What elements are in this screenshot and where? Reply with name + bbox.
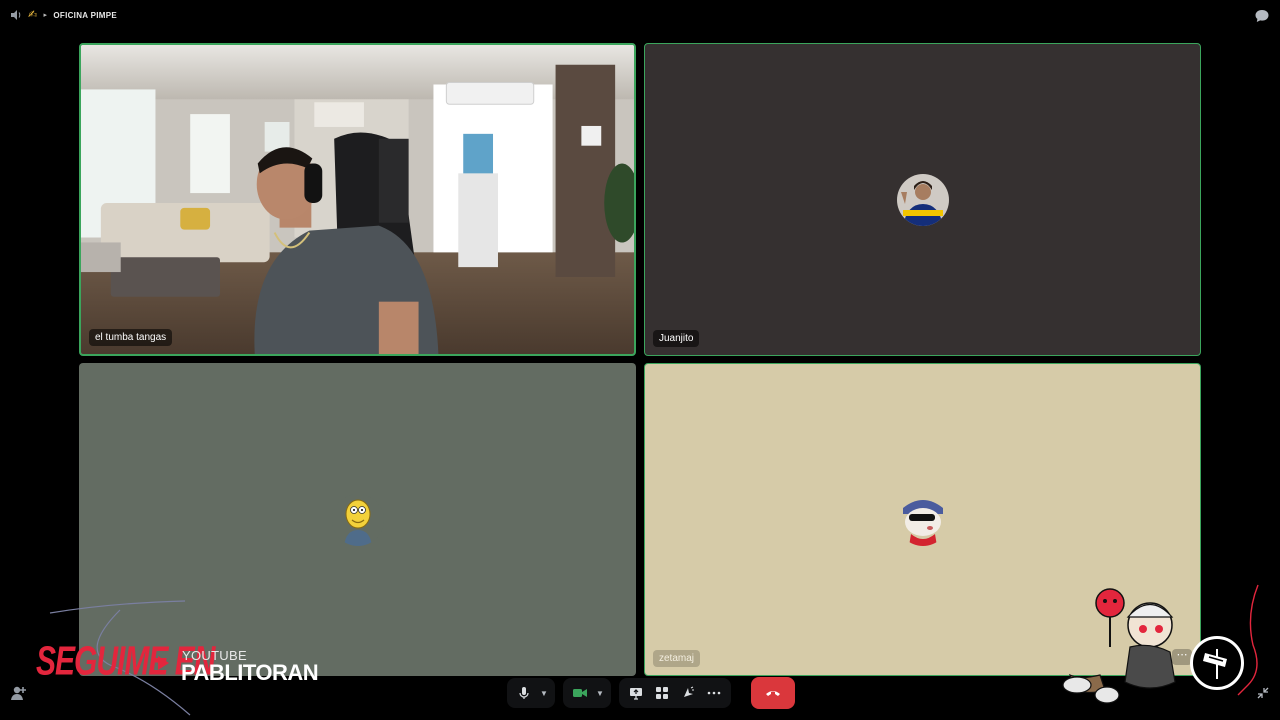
action-group [619,678,731,708]
microphone-icon [519,687,529,699]
avatar [896,173,949,226]
chevron-right-icon: ▸ [43,12,48,19]
call-controls: ▼ ▼ [507,677,795,709]
activities-button[interactable] [649,680,675,706]
participant-tile-video[interactable]: el tumba tangas [79,43,636,356]
participant-name: Juanjito [653,330,700,347]
avatar [896,493,949,546]
ellipsis-icon [707,691,721,695]
channel-header: ✍ ▸ OFICINA PIMPE [10,9,117,21]
collapse-icon[interactable] [1256,686,1270,700]
participant-tile[interactable]: zetamaj ⋯ [644,363,1201,676]
star-icon: ✍ [28,8,38,21]
activities-icon [656,687,668,699]
signpost-icon [1203,649,1227,679]
mic-group: ▼ [507,678,555,708]
avatar [331,493,384,546]
screen-share-icon [630,687,642,700]
soundboard-icon [684,686,694,697]
participant-name: el tumba tangas [89,329,173,346]
soundboard-button[interactable] [675,680,701,706]
participant-name: zetamaj [653,650,701,667]
camera-button[interactable] [567,680,593,706]
invite-user-icon[interactable] [10,684,28,702]
participant-tile[interactable]: Juanjito [644,43,1201,356]
participant-tile[interactable] [79,363,636,676]
microphone-button[interactable] [511,680,537,706]
channel-name: OFICINA PIMPE [53,10,117,20]
speaker-icon[interactable] [10,9,22,21]
camera-group: ▼ [563,678,611,708]
more-options-icon[interactable]: ⋯ [1172,649,1192,665]
screen-share-button[interactable] [623,680,649,706]
chat-icon[interactable] [1254,8,1270,24]
camera-feed [81,45,634,354]
chevron-down-icon[interactable]: ▼ [593,680,607,706]
top-bar: ✍ ▸ OFICINA PIMPE [0,0,1280,32]
more-button[interactable] [701,680,727,706]
phone-hangup-icon [766,691,780,696]
chevron-down-icon[interactable]: ▼ [537,680,551,706]
disconnect-button[interactable] [751,677,795,709]
camera-icon [573,689,587,697]
